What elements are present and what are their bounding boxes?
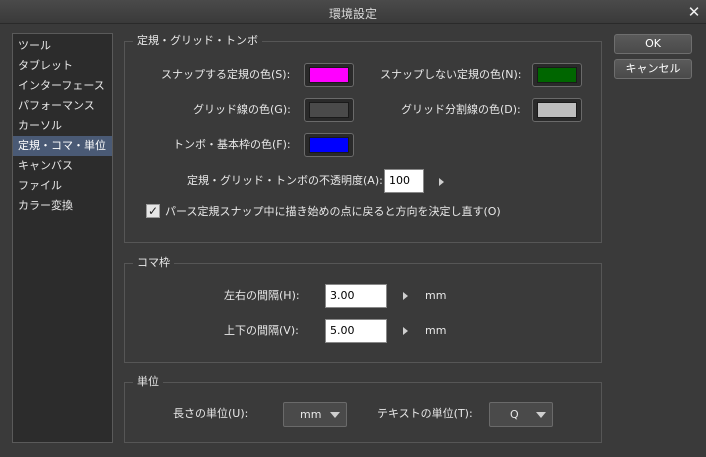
subgrid-color-button[interactable] bbox=[532, 98, 582, 122]
grid-color-swatch bbox=[309, 102, 349, 118]
chevron-down-icon bbox=[330, 412, 340, 418]
category-list[interactable]: ツール タブレット インターフェース パフォーマンス カーソル 定規・コマ・単位… bbox=[12, 33, 113, 443]
perspective-snap-label: パース定規スナップ中に描き始めの点に戻ると方向を決定し直す(O) bbox=[165, 205, 501, 218]
chevron-down-icon bbox=[536, 412, 546, 418]
sidebar-item-color-conversion[interactable]: カラー変換 bbox=[13, 196, 112, 216]
ruler-grid-group-title: 定規・グリッド・トンボ bbox=[133, 34, 262, 48]
grid-color-label: グリッド線の色(G): bbox=[193, 103, 291, 116]
window-title: 環境設定 bbox=[328, 7, 377, 21]
length-unit-dropdown[interactable]: mm bbox=[283, 402, 347, 427]
unit-group-title: 単位 bbox=[133, 375, 163, 389]
grid-color-button[interactable] bbox=[304, 98, 354, 122]
vertical-spacing-input[interactable]: 5.00 bbox=[325, 319, 387, 343]
subgrid-color-swatch bbox=[537, 102, 577, 118]
snap-color-button[interactable] bbox=[304, 63, 354, 87]
sidebar-item-file[interactable]: ファイル bbox=[13, 176, 112, 196]
ruler-grid-group: 定規・グリッド・トンボ スナップする定規の色(S): スナップしない定規の色(N… bbox=[124, 34, 602, 243]
sidebar-item-tablet[interactable]: タブレット bbox=[13, 56, 112, 76]
perspective-snap-checkbox[interactable]: ✓ bbox=[146, 204, 160, 218]
horizontal-spacing-unit: mm bbox=[425, 289, 447, 302]
vertical-spacing-label: 上下の間隔(V): bbox=[224, 324, 299, 337]
length-unit-value: mm bbox=[300, 408, 322, 421]
unit-group: 単位 長さの単位(U): mm テキストの単位(T): Q bbox=[124, 375, 602, 443]
opacity-slider-arrow-icon[interactable] bbox=[439, 178, 444, 186]
ok-button[interactable]: OK bbox=[614, 34, 692, 54]
sidebar-item-performance[interactable]: パフォーマンス bbox=[13, 96, 112, 116]
snap-color-label: スナップする定規の色(S): bbox=[161, 68, 291, 81]
text-unit-value: Q bbox=[510, 408, 519, 421]
crop-color-button[interactable] bbox=[304, 133, 354, 157]
crop-color-label: トンボ・基本枠の色(F): bbox=[173, 138, 291, 151]
close-icon[interactable]: ✕ bbox=[686, 4, 702, 20]
frame-border-group-title: コマ枠 bbox=[133, 256, 174, 270]
length-unit-label: 長さの単位(U): bbox=[173, 407, 249, 420]
sidebar-item-ruler-frame-unit[interactable]: 定規・コマ・単位 bbox=[13, 136, 112, 156]
title-bar: 環境設定 ✕ bbox=[0, 0, 706, 24]
cancel-button[interactable]: キャンセル bbox=[614, 59, 692, 79]
opacity-input[interactable]: 100 bbox=[384, 169, 424, 193]
horizontal-spacing-label: 左右の間隔(H): bbox=[224, 289, 300, 302]
snap-color-swatch bbox=[309, 67, 349, 83]
horizontal-spacing-arrow-icon[interactable] bbox=[403, 292, 408, 300]
sidebar-item-interface[interactable]: インターフェース bbox=[13, 76, 112, 96]
vertical-spacing-unit: mm bbox=[425, 324, 447, 337]
text-unit-label: テキストの単位(T): bbox=[377, 407, 473, 420]
nosnap-color-swatch bbox=[537, 67, 577, 83]
sidebar-item-tool[interactable]: ツール bbox=[13, 36, 112, 56]
sidebar-item-cursor[interactable]: カーソル bbox=[13, 116, 112, 136]
nosnap-color-label: スナップしない定規の色(N): bbox=[380, 68, 522, 81]
frame-border-group: コマ枠 左右の間隔(H): 3.00 mm 上下の間隔(V): 5.00 mm bbox=[124, 256, 602, 363]
nosnap-color-button[interactable] bbox=[532, 63, 582, 87]
horizontal-spacing-input[interactable]: 3.00 bbox=[325, 284, 387, 308]
text-unit-dropdown[interactable]: Q bbox=[489, 402, 553, 427]
opacity-label: 定規・グリッド・トンボの不透明度(A): bbox=[187, 174, 383, 187]
vertical-spacing-arrow-icon[interactable] bbox=[403, 327, 408, 335]
subgrid-color-label: グリッド分割線の色(D): bbox=[401, 103, 521, 116]
crop-color-swatch bbox=[309, 137, 349, 153]
sidebar-item-canvas[interactable]: キャンバス bbox=[13, 156, 112, 176]
